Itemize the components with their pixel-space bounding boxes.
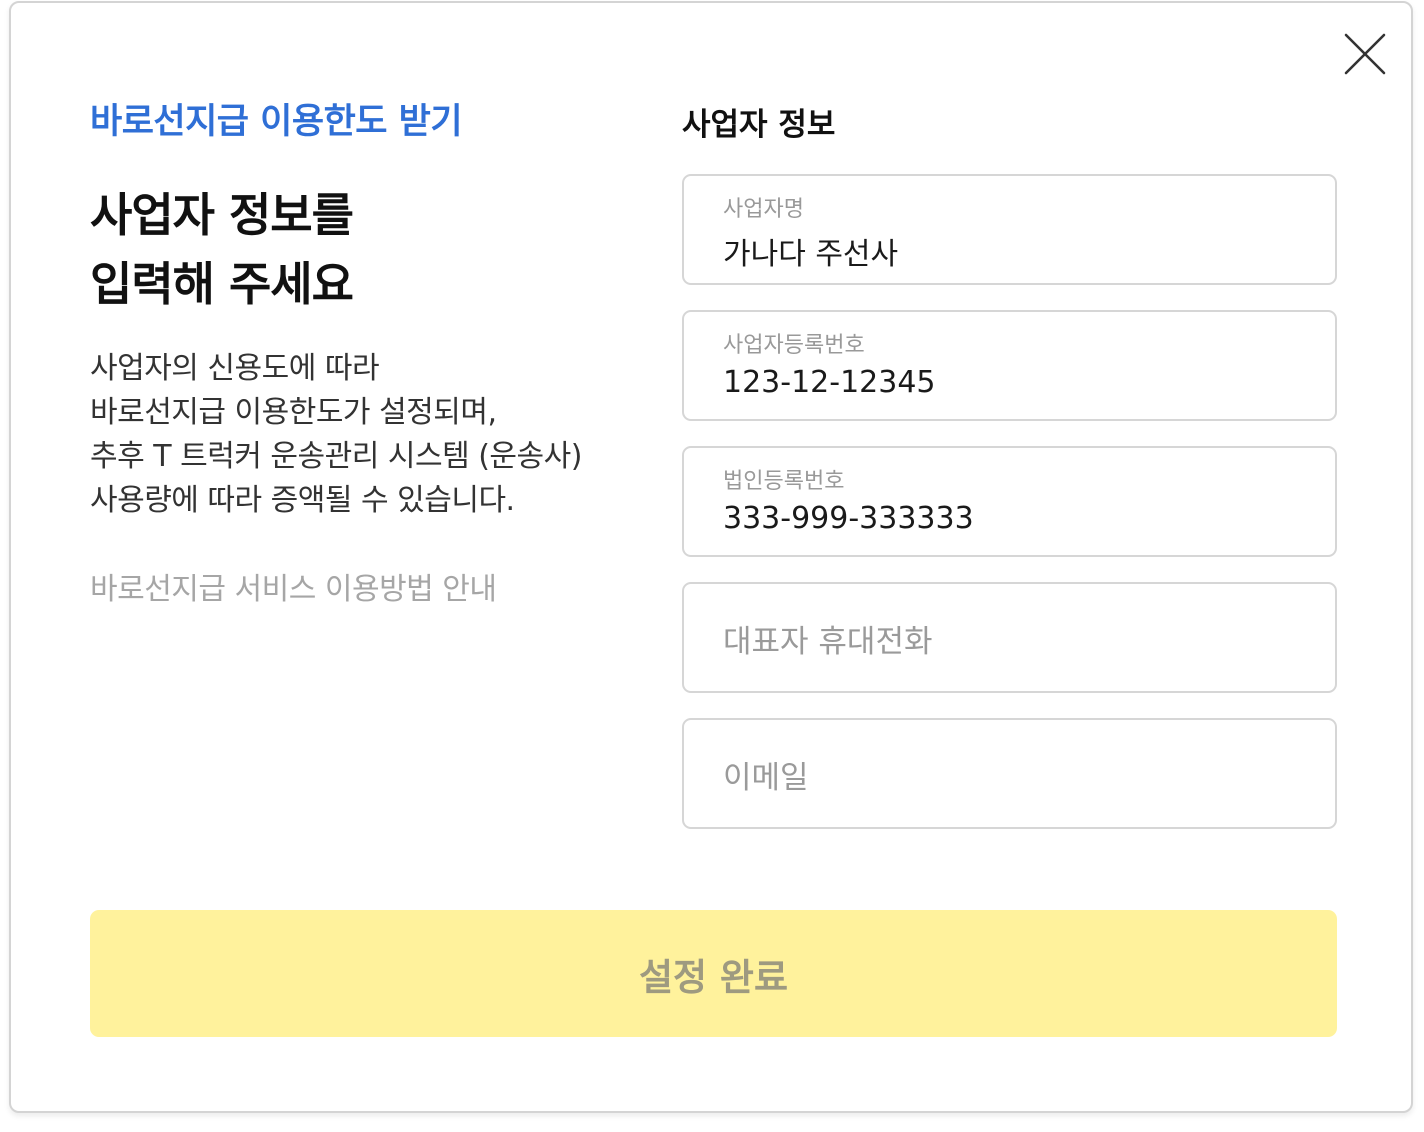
field-placeholder: 이메일 xyxy=(723,760,809,796)
field-label: 법인등록번호 xyxy=(723,469,845,494)
email-field[interactable]: 이메일 xyxy=(682,718,1337,829)
page-title-line-2: 입력해 주세요 xyxy=(90,257,354,311)
business-name-field[interactable]: 사업자명 가나다 주선사 xyxy=(682,174,1337,285)
field-value: 가나다 주선사 xyxy=(723,237,899,272)
section-title: 사업자 정보 xyxy=(682,107,836,143)
modal-dialog: 바로선지급 이용한도 받기 사업자 정보를 입력해 주세요 사업자의 신용도에 … xyxy=(9,1,1413,1113)
description-line-2: 바로선지급 이용한도가 설정되며, xyxy=(90,395,497,430)
page-title-line-1: 사업자 정보를 xyxy=(90,188,354,242)
corporate-registration-number-field[interactable]: 법인등록번호 333-999-333333 xyxy=(682,446,1337,557)
service-guide-link[interactable]: 바로선지급 서비스 이용방법 안내 xyxy=(90,564,497,608)
complete-setup-button[interactable]: 설정 완료 xyxy=(90,910,1337,1037)
field-value: 123-12-12345 xyxy=(723,365,936,400)
description-line-4: 사용량에 따라 증액될 수 있습니다. xyxy=(90,483,515,518)
field-value: 333-999-333333 xyxy=(723,501,974,536)
field-label: 사업자명 xyxy=(723,197,804,222)
business-registration-number-field[interactable]: 사업자등록번호 123-12-12345 xyxy=(682,310,1337,421)
close-icon xyxy=(1344,33,1386,75)
representative-phone-field[interactable]: 대표자 휴대전화 xyxy=(682,582,1337,693)
description-line-3: 추후 T 트럭커 운송관리 시스템 (운송사) xyxy=(90,439,582,474)
close-button[interactable] xyxy=(1342,31,1388,77)
description-text: 사업자의 신용도에 따라 바로선지급 이용한도가 설정되며, 추후 T 트럭커 … xyxy=(90,347,582,523)
description-line-1: 사업자의 신용도에 따라 xyxy=(90,351,380,386)
field-placeholder: 대표자 휴대전화 xyxy=(723,624,933,660)
field-label: 사업자등록번호 xyxy=(723,333,865,358)
eyebrow-title: 바로선지급 이용한도 받기 xyxy=(90,102,463,142)
page-title: 사업자 정보를 입력해 주세요 xyxy=(90,181,354,319)
